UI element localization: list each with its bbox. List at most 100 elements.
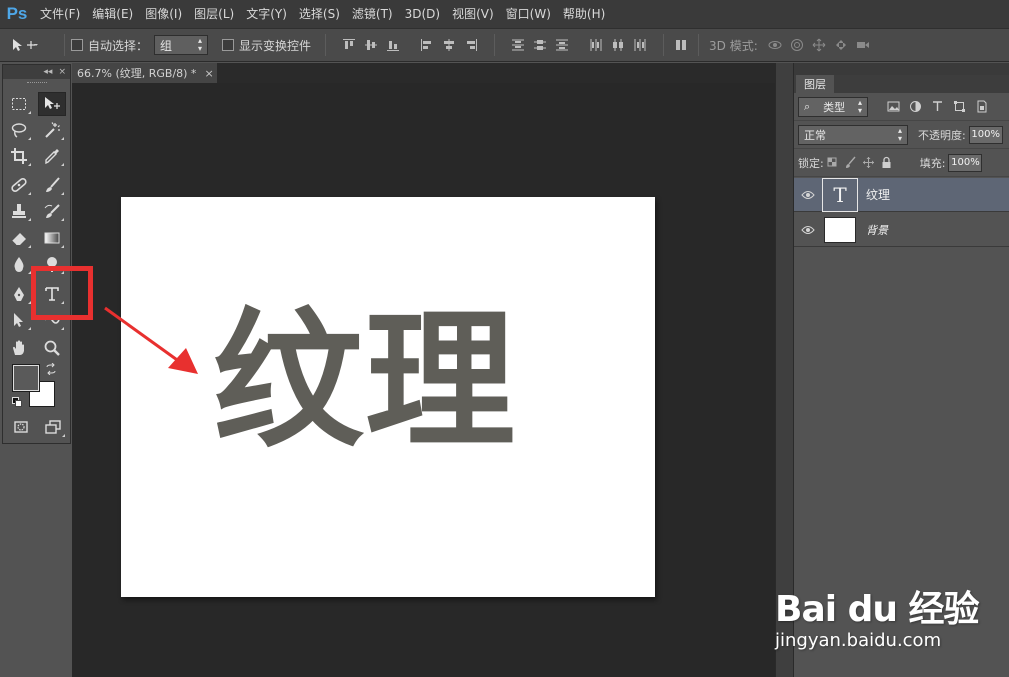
default-colors-icon[interactable] xyxy=(12,397,22,407)
3d-pan-icon[interactable] xyxy=(808,35,830,55)
foreground-color-swatch[interactable] xyxy=(12,364,40,392)
opacity-label: 不透明度: xyxy=(918,128,966,142)
menu-edit[interactable]: 编辑(E) xyxy=(86,0,139,28)
filter-type-icon[interactable] xyxy=(926,97,948,117)
distribute-group-2 xyxy=(585,35,651,55)
tool-zoom[interactable] xyxy=(38,336,66,360)
menu-3d[interactable]: 3D(D) xyxy=(399,0,446,28)
auto-select-checkbox[interactable] xyxy=(71,39,83,51)
distribute-right-icon[interactable] xyxy=(629,35,651,55)
layer-row-background[interactable]: 背景 xyxy=(794,213,1009,247)
document-canvas[interactable]: 纹理 xyxy=(121,197,655,597)
align-vcenter-icon[interactable] xyxy=(360,35,382,55)
auto-select-value: 组 xyxy=(160,38,173,53)
lock-position-icon[interactable] xyxy=(860,153,878,173)
distribute-vcenter-icon[interactable] xyxy=(529,35,551,55)
filter-pixel-icon[interactable] xyxy=(882,97,904,117)
tool-gradient[interactable] xyxy=(38,226,66,250)
tool-eraser[interactable] xyxy=(5,226,33,250)
lock-transparent-icon[interactable] xyxy=(824,153,842,173)
3d-scale-icon[interactable] xyxy=(852,35,874,55)
tool-history-brush[interactable] xyxy=(38,199,66,223)
layer-filter-row: ⌕ 类型 ▴ ▾ xyxy=(794,93,1009,121)
close-icon[interactable]: × xyxy=(204,67,213,80)
visibility-toggle[interactable] xyxy=(794,225,822,235)
filter-adjustment-icon[interactable] xyxy=(904,97,926,117)
tool-eyedropper[interactable] xyxy=(38,144,66,168)
tool-preset-picker[interactable] xyxy=(10,33,58,57)
fill-input[interactable]: 100% xyxy=(948,153,983,172)
distribute-hcenter-icon[interactable] xyxy=(607,35,629,55)
tool-lasso[interactable] xyxy=(5,118,33,142)
separator xyxy=(64,34,65,56)
tool-blur[interactable] xyxy=(5,252,33,276)
menu-layer[interactable]: 图层(L) xyxy=(188,0,240,28)
document-tab-bar: 66.7% (纹理, RGB/8) * × xyxy=(72,63,775,83)
align-group xyxy=(338,35,404,55)
tool-brush[interactable] xyxy=(38,173,66,197)
tool-path-selection[interactable] xyxy=(5,308,33,332)
canvas-text-layer[interactable]: 纹理 xyxy=(213,297,573,467)
align-left-icon[interactable] xyxy=(416,35,438,55)
lock-pixels-icon[interactable] xyxy=(842,153,860,173)
type-tool-highlight-box xyxy=(31,266,93,320)
menu-type[interactable]: 文字(Y) xyxy=(240,0,293,28)
tool-hand[interactable] xyxy=(5,336,33,360)
menu-select[interactable]: 选择(S) xyxy=(293,0,346,28)
eye-icon xyxy=(801,225,815,234)
align-right-icon[interactable] xyxy=(460,35,482,55)
watermark-url: jingyan.baidu.com xyxy=(775,630,942,651)
watermark-logo: Bai du 经验 xyxy=(775,589,980,630)
auto-align-icon[interactable] xyxy=(670,35,692,55)
path-selection-icon xyxy=(14,313,23,327)
align-bottom-icon[interactable] xyxy=(382,35,404,55)
tool-crop[interactable] xyxy=(5,144,33,168)
menu-filter[interactable]: 滤镜(T) xyxy=(346,0,399,28)
3d-mode-group xyxy=(764,35,874,55)
collapse-icon[interactable]: ◂◂ xyxy=(43,67,52,77)
visibility-toggle[interactable] xyxy=(794,190,822,200)
menu-file[interactable]: 文件(F) xyxy=(34,0,86,28)
opacity-input[interactable]: 100% xyxy=(968,125,1003,144)
lock-label: 锁定: xyxy=(798,156,824,170)
blend-mode-dropdown[interactable]: 正常 ▴ ▾ xyxy=(798,124,908,145)
tab-layers[interactable]: 图层 xyxy=(796,75,834,93)
filter-smart-object-icon[interactable] xyxy=(970,97,992,117)
screen-mode-icon xyxy=(45,420,61,434)
history-brush-icon xyxy=(44,204,60,218)
screen-mode-button[interactable] xyxy=(39,415,67,439)
tool-pen[interactable] xyxy=(5,282,33,306)
3d-rotate-icon[interactable] xyxy=(764,35,786,55)
distribute-top-icon[interactable] xyxy=(507,35,529,55)
separator xyxy=(325,34,327,56)
layer-row-text[interactable]: T 纹理 xyxy=(794,177,1009,212)
document-tab[interactable]: 66.7% (纹理, RGB/8) * × xyxy=(72,63,217,83)
distribute-bottom-icon[interactable] xyxy=(551,35,573,55)
menu-view[interactable]: 视图(V) xyxy=(446,0,500,28)
menu-help[interactable]: 帮助(H) xyxy=(557,0,611,28)
blur-icon xyxy=(14,257,24,272)
lock-all-icon[interactable] xyxy=(878,153,896,173)
3d-roll-icon[interactable] xyxy=(786,35,808,55)
layer-filter-dropdown[interactable]: ⌕ 类型 ▴ ▾ xyxy=(798,96,868,117)
tool-magic-wand[interactable] xyxy=(38,118,66,142)
menu-image[interactable]: 图像(I) xyxy=(139,0,188,28)
filter-shape-icon[interactable] xyxy=(948,97,970,117)
close-icon[interactable]: × xyxy=(58,67,66,77)
show-transform-checkbox[interactable] xyxy=(222,39,235,51)
eye-icon xyxy=(801,190,815,199)
tool-clone-stamp[interactable] xyxy=(5,199,33,223)
3d-slide-icon[interactable] xyxy=(830,35,852,55)
tool-healing-brush[interactable] xyxy=(5,173,33,197)
toolbox-grip[interactable] xyxy=(3,79,70,87)
tool-rectangular-marquee[interactable] xyxy=(5,92,33,116)
distribute-left-icon[interactable] xyxy=(585,35,607,55)
align-top-icon[interactable] xyxy=(338,35,360,55)
swap-colors-icon[interactable] xyxy=(45,362,57,376)
magic-wand-icon xyxy=(45,122,60,138)
quick-mask-button[interactable] xyxy=(7,415,35,439)
align-hcenter-icon[interactable] xyxy=(438,35,460,55)
auto-select-dropdown[interactable]: 组 ▴ ▾ xyxy=(154,35,209,55)
menu-window[interactable]: 窗口(W) xyxy=(500,0,557,28)
tool-move[interactable] xyxy=(38,92,66,116)
